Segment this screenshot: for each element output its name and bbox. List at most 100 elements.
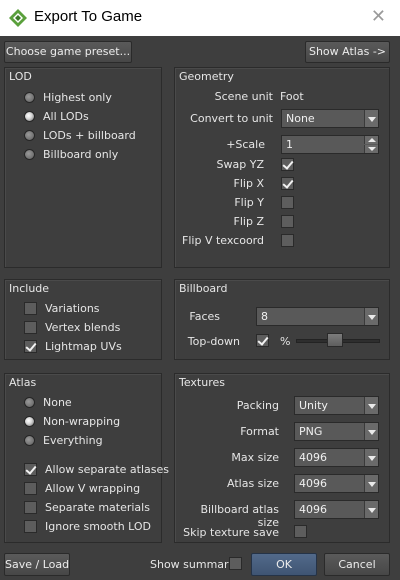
chevron-down-icon[interactable] bbox=[364, 475, 378, 492]
format-label: Format bbox=[240, 425, 279, 438]
spin-down-icon[interactable] bbox=[364, 145, 378, 153]
flip-x-label: Flip X bbox=[233, 177, 264, 190]
textures-panel-title: Textures bbox=[179, 376, 225, 389]
percent-label: % bbox=[280, 335, 291, 348]
lod-option-all[interactable]: All LODs bbox=[24, 107, 89, 125]
chevron-down-icon[interactable] bbox=[364, 449, 378, 466]
atlas-panel-title: Atlas bbox=[9, 376, 37, 389]
choose-preset-button[interactable]: Choose game preset... bbox=[4, 41, 132, 63]
cancel-button[interactable]: Cancel bbox=[324, 553, 390, 576]
atlas-option-nonwrapping[interactable]: Non-wrapping bbox=[24, 412, 120, 430]
spin-up-icon[interactable] bbox=[364, 136, 378, 144]
vertex-blends-label: Vertex blends bbox=[45, 320, 121, 334]
packing-dropdown[interactable]: Unity bbox=[294, 396, 379, 415]
atlas-size-value: 4096 bbox=[299, 477, 327, 490]
convert-unit-value: None bbox=[286, 112, 315, 125]
vertex-blends-option[interactable]: Vertex blends bbox=[24, 318, 120, 336]
chevron-down-icon[interactable] bbox=[364, 397, 378, 414]
app-icon bbox=[8, 8, 28, 28]
allow-separate-option[interactable]: Allow separate atlases bbox=[24, 460, 169, 478]
atlas-option-label: Non-wrapping bbox=[43, 414, 121, 428]
lod-option-label: All LODs bbox=[43, 109, 89, 123]
lod-option-highest[interactable]: Highest only bbox=[24, 88, 112, 106]
billboard-panel-title: Billboard bbox=[179, 282, 228, 295]
atlas-option-everything[interactable]: Everything bbox=[24, 431, 103, 449]
flip-x-checkbox[interactable] bbox=[281, 177, 294, 190]
allow-v-wrap-checkbox[interactable] bbox=[24, 481, 37, 495]
radio-non-wrapping[interactable] bbox=[24, 415, 35, 427]
include-panel-title: Include bbox=[9, 282, 50, 295]
flip-v-label: Flip V texcoord bbox=[182, 234, 264, 247]
atlas-option-none[interactable]: None bbox=[24, 393, 72, 411]
faces-dropdown[interactable]: 8 bbox=[256, 307, 379, 326]
radio-all-lods[interactable] bbox=[24, 110, 35, 122]
faces-label: Faces bbox=[189, 310, 220, 323]
swap-yz-label: Swap YZ bbox=[216, 158, 264, 171]
radio-billboard-only[interactable] bbox=[24, 148, 35, 160]
show-summary-label: Show summary bbox=[150, 558, 236, 571]
lod-option-label: Billboard only bbox=[43, 147, 119, 161]
separate-materials-option[interactable]: Separate materials bbox=[24, 498, 150, 516]
close-icon[interactable]: ✕ bbox=[371, 6, 386, 27]
skip-texture-save-label: Skip texture save bbox=[183, 526, 279, 539]
chevron-down-icon[interactable] bbox=[364, 423, 378, 440]
show-atlas-button[interactable]: Show Atlas -> bbox=[305, 41, 390, 63]
save-load-button[interactable]: Save / Load bbox=[4, 553, 70, 576]
flip-y-label: Flip Y bbox=[234, 196, 264, 209]
skip-texture-save-checkbox[interactable] bbox=[294, 525, 307, 538]
scene-unit-value: Foot bbox=[280, 90, 304, 103]
chevron-down-icon[interactable] bbox=[364, 110, 378, 127]
ignore-smooth-option[interactable]: Ignore smooth LOD bbox=[24, 517, 151, 535]
show-summary-checkbox[interactable] bbox=[229, 557, 242, 570]
scale-stepper[interactable]: 1 bbox=[281, 135, 379, 154]
billboard-atlas-size-value: 4096 bbox=[299, 503, 327, 516]
atlas-option-label: Everything bbox=[43, 433, 103, 447]
flip-z-checkbox[interactable] bbox=[281, 215, 294, 228]
lightmap-uvs-checkbox[interactable] bbox=[24, 339, 37, 353]
variations-option[interactable]: Variations bbox=[24, 299, 100, 317]
max-size-label: Max size bbox=[231, 451, 279, 464]
max-size-value: 4096 bbox=[299, 451, 327, 464]
chevron-down-icon[interactable] bbox=[364, 501, 378, 518]
flip-v-checkbox[interactable] bbox=[281, 234, 294, 247]
radio-highest[interactable] bbox=[24, 91, 35, 103]
slider-thumb[interactable] bbox=[326, 333, 343, 347]
radio-none[interactable] bbox=[24, 396, 35, 408]
allow-v-wrap-label: Allow V wrapping bbox=[45, 481, 141, 495]
ignore-smooth-label: Ignore smooth LOD bbox=[45, 519, 152, 533]
topdown-label: Top-down bbox=[187, 335, 240, 348]
swap-yz-checkbox[interactable] bbox=[281, 158, 294, 171]
title-bar: Export To Game ✕ bbox=[0, 0, 400, 36]
convert-unit-label: Convert to unit bbox=[190, 112, 273, 125]
lightmap-uvs-option[interactable]: Lightmap UVs bbox=[24, 337, 122, 355]
ignore-smooth-checkbox[interactable] bbox=[24, 519, 37, 533]
faces-value: 8 bbox=[261, 310, 268, 323]
lightmap-uvs-label: Lightmap UVs bbox=[45, 339, 122, 353]
lod-option-label: LODs + billboard bbox=[43, 128, 136, 142]
ok-button[interactable]: OK bbox=[251, 553, 317, 576]
flip-y-checkbox[interactable] bbox=[281, 196, 294, 209]
chevron-down-icon[interactable] bbox=[364, 308, 378, 325]
billboard-atlas-size-dropdown[interactable]: 4096 bbox=[294, 500, 379, 519]
allow-separate-label: Allow separate atlases bbox=[45, 462, 170, 476]
radio-everything[interactable] bbox=[24, 434, 35, 446]
variations-label: Variations bbox=[45, 301, 100, 315]
vertex-blends-checkbox[interactable] bbox=[24, 320, 37, 334]
lod-option-billboard-only[interactable]: Billboard only bbox=[24, 145, 118, 163]
allow-v-wrap-option[interactable]: Allow V wrapping bbox=[24, 479, 140, 497]
max-size-dropdown[interactable]: 4096 bbox=[294, 448, 379, 467]
convert-unit-dropdown[interactable]: None bbox=[281, 109, 379, 128]
scale-label: +Scale bbox=[226, 138, 265, 151]
atlas-size-label: Atlas size bbox=[227, 477, 279, 490]
atlas-size-dropdown[interactable]: 4096 bbox=[294, 474, 379, 493]
radio-lods-billboard[interactable] bbox=[24, 129, 35, 141]
allow-separate-checkbox[interactable] bbox=[24, 462, 37, 476]
format-dropdown[interactable]: PNG bbox=[294, 422, 379, 441]
topdown-checkbox[interactable] bbox=[256, 334, 269, 347]
scene-unit-label: Scene unit bbox=[214, 90, 273, 103]
lod-option-billboard-combo[interactable]: LODs + billboard bbox=[24, 126, 136, 144]
lod-panel-title: LOD bbox=[9, 70, 32, 83]
format-value: PNG bbox=[299, 425, 323, 438]
variations-checkbox[interactable] bbox=[24, 301, 37, 315]
separate-materials-checkbox[interactable] bbox=[24, 500, 37, 514]
